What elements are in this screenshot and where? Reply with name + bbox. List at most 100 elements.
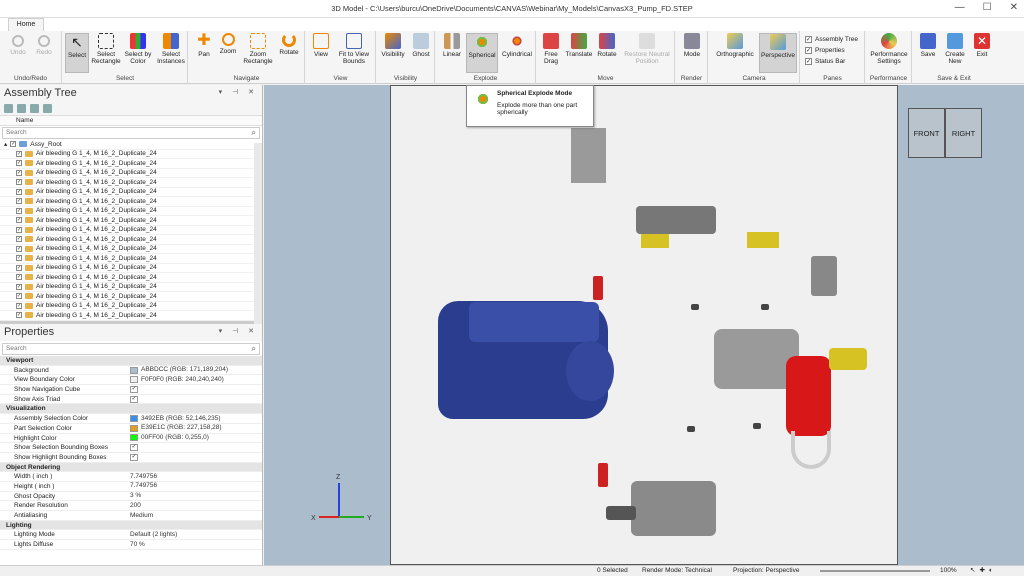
cylindrical-explode-button[interactable]: Cylindrical	[500, 33, 534, 58]
checkbox[interactable]: ✓	[16, 312, 22, 319]
checkbox[interactable]: ✓	[130, 444, 138, 452]
restore-neutral-button[interactable]: Restore Neutral Position	[621, 33, 673, 65]
property-row[interactable]: Highlight Color 00FF00 (RGB: 0,255,0)	[0, 434, 262, 444]
ghost-button[interactable]: Ghost	[409, 33, 433, 58]
view-boundary[interactable]: Z X Y	[311, 85, 898, 565]
rotate-button[interactable]: Rotate	[277, 33, 301, 56]
select-rectangle-button[interactable]: Select Rectangle	[91, 33, 121, 65]
status-bar-checkbox[interactable]: ✓ Status Bar	[805, 58, 845, 65]
cube-right-face[interactable]: RIGHT	[945, 108, 982, 158]
color-swatch[interactable]	[130, 434, 138, 442]
property-row[interactable]: View Boundary Color F0F0F0 (RGB: 240,240,…	[0, 375, 262, 386]
create-new-button[interactable]: Create New	[941, 33, 969, 65]
perspective-button[interactable]: Perspective	[759, 33, 797, 73]
cube-front-face[interactable]: FRONT	[908, 108, 945, 158]
screw-part[interactable]	[691, 304, 699, 310]
3d-viewport[interactable]: Z X Y FRONT RIGHT	[264, 85, 1024, 565]
performance-settings-button[interactable]: Performance Settings	[868, 33, 910, 65]
visibility-button[interactable]: Visibility	[379, 33, 407, 58]
air-bleed-part[interactable]	[593, 276, 603, 300]
redo-button[interactable]: Redo	[32, 33, 56, 56]
tree-tool-icon[interactable]	[43, 104, 52, 113]
pane-controls-icon[interactable]: ▾ ⊣ ✕	[219, 88, 258, 96]
checkbox[interactable]: ✓	[16, 198, 22, 205]
checkbox[interactable]: ✓	[16, 150, 22, 157]
u-tube-part[interactable]	[791, 431, 831, 469]
property-row[interactable]: Show Navigation Cube ✓	[0, 385, 262, 395]
property-row[interactable]: Antialiasing Medium	[0, 511, 262, 521]
properties-checkbox[interactable]: ✓ Properties	[805, 47, 845, 54]
tree-search-input[interactable]: Search ⌕	[2, 127, 260, 139]
view-button[interactable]: View	[310, 33, 332, 58]
yellow-fitting-part[interactable]	[829, 348, 867, 370]
properties-search-input[interactable]: Search ⌕	[2, 343, 260, 355]
screw-part[interactable]	[761, 304, 769, 310]
checkbox[interactable]: ✓	[16, 274, 22, 281]
checkbox[interactable]: ✓	[16, 160, 22, 167]
bottom-valve-part[interactable]	[631, 481, 716, 536]
property-row[interactable]: Show Highlight Bounding Boxes ✓	[0, 453, 262, 463]
checkbox[interactable]: ✓	[16, 179, 22, 186]
checkbox[interactable]: ✓	[16, 283, 22, 290]
color-swatch[interactable]	[130, 376, 138, 384]
yellow-plug-part[interactable]	[641, 234, 669, 248]
tree-scrollbar[interactable]	[254, 143, 262, 324]
checkbox[interactable]: ✓	[16, 207, 22, 214]
pane-controls-icon[interactable]: ▾ ⊣ ✕	[219, 327, 258, 335]
exit-button[interactable]: ✕ Exit	[971, 33, 993, 58]
navigation-cube[interactable]: FRONT RIGHT	[908, 108, 982, 158]
property-row[interactable]: Assembly Selection Color 3492EB (RGB: 52,…	[0, 414, 262, 424]
linear-explode-button[interactable]: Linear	[438, 33, 466, 58]
color-swatch[interactable]	[130, 366, 138, 374]
color-swatch[interactable]	[130, 414, 138, 422]
checkbox[interactable]: ✓	[16, 264, 22, 271]
pump-flange-part[interactable]	[566, 341, 614, 401]
close-icon[interactable]: ✕	[1010, 2, 1018, 13]
checkbox[interactable]: ✓	[16, 255, 22, 262]
assembly-tree-checkbox[interactable]: ✓ Assembly Tree	[805, 36, 858, 43]
undo-button[interactable]: Undo	[6, 33, 30, 56]
checkbox[interactable]: ✓	[16, 236, 22, 243]
checkbox[interactable]: ✓	[130, 453, 138, 461]
spherical-explode-button[interactable]: Spherical	[466, 33, 498, 73]
checkbox[interactable]: ✓	[130, 395, 138, 403]
sensor-part[interactable]	[811, 256, 837, 296]
zoom-rectangle-button[interactable]: Zoom Rectangle	[241, 33, 275, 65]
checkbox[interactable]: ✓	[16, 169, 22, 176]
checkbox[interactable]: ✓	[10, 141, 17, 148]
property-row[interactable]: Part Selection Color E39E1C (RGB: 227,158…	[0, 424, 262, 434]
screw-part[interactable]	[687, 426, 695, 432]
yellow-connector-part[interactable]	[747, 232, 779, 248]
valve-assembly-part[interactable]	[636, 206, 716, 234]
minimize-icon[interactable]: —	[955, 2, 965, 13]
status-tools-icon[interactable]: ↖✚◐	[970, 566, 997, 576]
tree-tool-icon[interactable]	[4, 104, 13, 113]
checkbox[interactable]: ✓	[130, 385, 138, 393]
checkbox[interactable]: ✓	[16, 226, 22, 233]
tree-tool-icon[interactable]	[30, 104, 39, 113]
property-row[interactable]: Show Axis Triad ✓	[0, 395, 262, 405]
render-mode-button[interactable]: Mode	[680, 33, 704, 58]
pan-button[interactable]: ✚ Pan	[193, 33, 215, 59]
orthographic-button[interactable]: Orthographic	[711, 33, 759, 58]
checkbox[interactable]: ✓	[16, 293, 22, 300]
save-button[interactable]: Save	[917, 33, 939, 58]
color-swatch[interactable]	[130, 424, 138, 432]
select-instances-button[interactable]: Select Instances	[155, 33, 187, 65]
property-row[interactable]: Lights Diffuse 70 %	[0, 540, 262, 550]
collapse-icon[interactable]: ▴	[4, 140, 7, 149]
translate-button[interactable]: Translate	[565, 33, 593, 58]
tree-tool-icon[interactable]	[17, 104, 26, 113]
fit-to-view-button[interactable]: Fit to View Bounds	[334, 33, 374, 65]
air-bleed-part[interactable]	[598, 463, 608, 487]
checkbox[interactable]: ✓	[16, 245, 22, 252]
property-row[interactable]: Show Selection Bounding Boxes ✓	[0, 443, 262, 453]
tree-item[interactable]: ✓ Air bleeding G 1_4, M 16_2_Duplicate_24	[0, 311, 262, 321]
maximize-icon[interactable]: ☐	[983, 2, 992, 13]
checkbox[interactable]: ✓	[16, 188, 22, 195]
select-by-color-button[interactable]: Select by Color	[123, 33, 153, 65]
bracket-part[interactable]	[571, 128, 606, 183]
checkbox[interactable]: ✓	[16, 217, 22, 224]
red-filter-part[interactable]	[786, 356, 831, 436]
checkbox[interactable]: ✓	[16, 302, 22, 309]
